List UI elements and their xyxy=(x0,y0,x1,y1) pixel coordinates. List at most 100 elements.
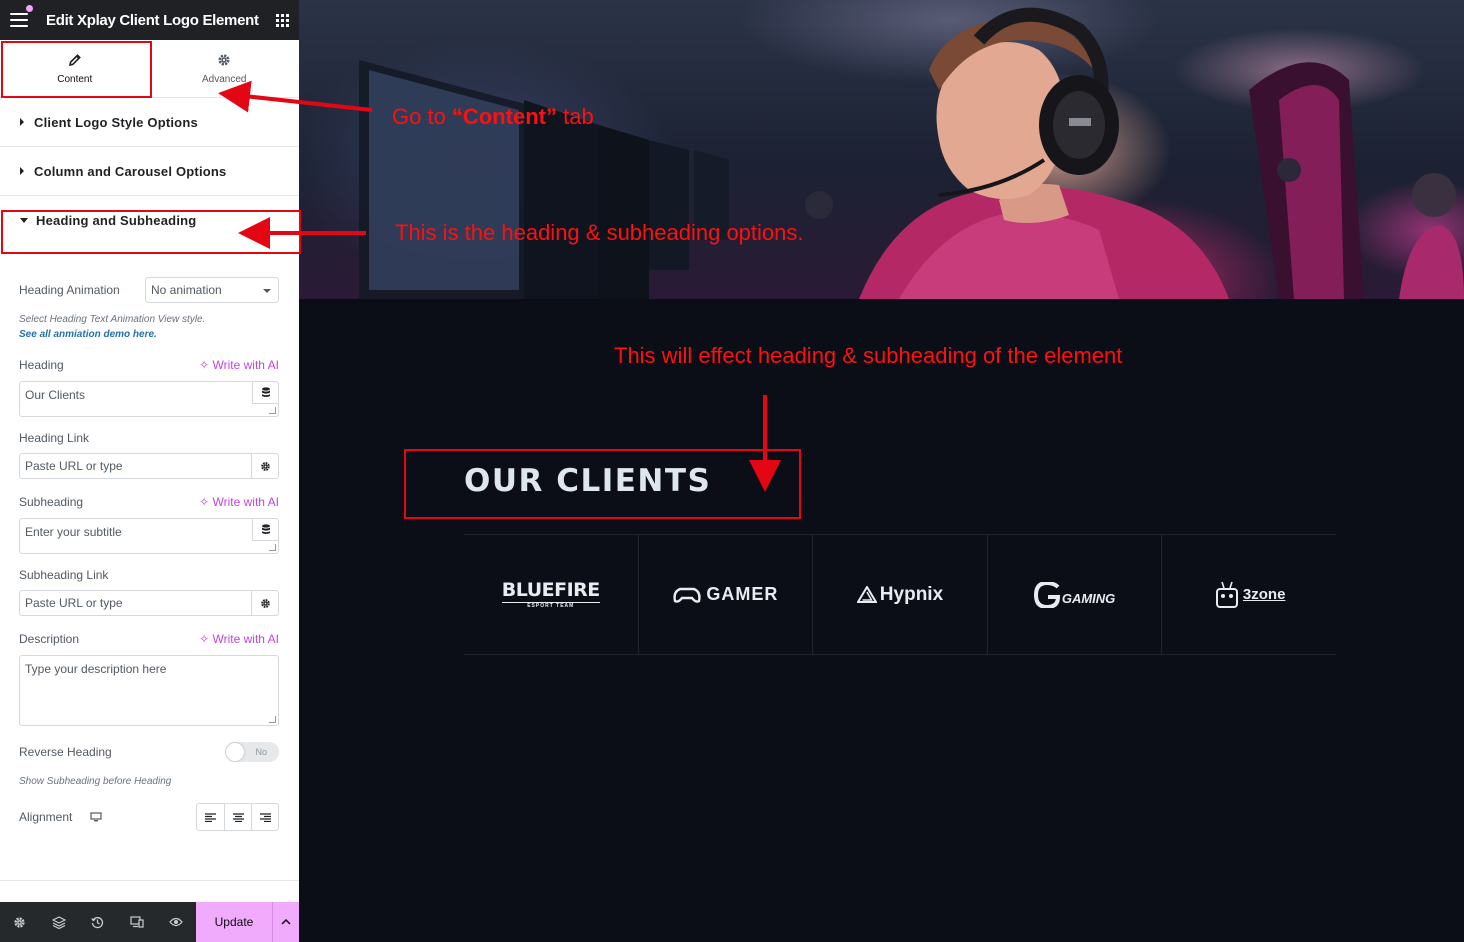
caret-right-icon xyxy=(20,118,24,126)
editor-footer: Update xyxy=(0,902,299,942)
animation-hint: Select Heading Text Animation View style… xyxy=(19,312,279,342)
preview-eye-icon[interactable] xyxy=(156,902,195,942)
align-center-icon[interactable] xyxy=(224,804,251,830)
notification-dot xyxy=(26,5,33,12)
chevron-up-icon[interactable] xyxy=(272,902,299,942)
logo-subtext: ESPORT TEAM xyxy=(501,601,600,609)
history-icon[interactable] xyxy=(78,902,117,942)
heading-textarea[interactable]: Our Clients xyxy=(19,381,279,417)
sparkle-icon: ✧ xyxy=(199,495,210,509)
heading-link-input[interactable]: Paste URL or type xyxy=(19,453,252,479)
annotation-content-tab: Go to “Content” tab xyxy=(392,104,594,130)
client-logo-gamer: GAMER xyxy=(637,535,813,654)
reverse-hint: Show Subheading before Heading xyxy=(19,776,172,787)
subheading-link-label: Subheading Link xyxy=(19,568,109,582)
logo-text: BLUEFIRE xyxy=(501,578,600,601)
update-button[interactable]: Update xyxy=(196,902,272,942)
database-icon[interactable] xyxy=(252,382,278,404)
logo-text: GAMING xyxy=(1061,591,1116,606)
section-label: Column and Carousel Options xyxy=(34,163,227,179)
controller-icon xyxy=(673,587,702,603)
sparkle-icon: ✧ xyxy=(199,358,210,372)
control-heading-animation: Heading Animation No animation xyxy=(19,277,279,303)
heading-animation-select[interactable]: No animation xyxy=(145,277,279,303)
toggle-knob xyxy=(226,743,244,761)
write-ai-label: Write with AI xyxy=(212,495,279,509)
editor-topbar: Edit Xplay Client Logo Element xyxy=(0,0,299,40)
tab-advanced[interactable]: Advanced xyxy=(150,40,300,97)
control-reverse-heading: Reverse Heading No xyxy=(19,742,279,762)
control-description-header: Description ✧ Write with AI xyxy=(19,632,279,646)
write-ai-label: Write with AI xyxy=(212,358,279,372)
caret-right-icon xyxy=(20,167,24,175)
widgets-grid-icon[interactable] xyxy=(276,13,289,27)
section-client-logo-style[interactable]: Client Logo Style Options xyxy=(0,98,299,147)
write-ai-button[interactable]: ✧ Write with AI xyxy=(199,358,279,372)
logo-text: GAMER xyxy=(706,584,779,604)
client-logo-3zone: 3zone xyxy=(1161,535,1336,654)
chevron-down-icon xyxy=(263,289,271,293)
logo-text: 3zone xyxy=(1242,586,1286,603)
resize-handle[interactable] xyxy=(269,544,276,551)
triangle-logo-icon xyxy=(856,586,877,603)
heading-highlight-box xyxy=(404,449,801,519)
annotation-text: tab xyxy=(557,104,594,129)
desktop-icon[interactable] xyxy=(90,811,102,825)
responsive-mode-icon[interactable] xyxy=(117,902,156,942)
editor-panel: Edit Xplay Client Logo Element Content A… xyxy=(0,0,299,942)
link-options-gear-icon[interactable] xyxy=(252,453,279,479)
alignment-label: Alignment xyxy=(19,809,73,824)
section-divider xyxy=(0,880,299,881)
annotation-text: Go to xyxy=(392,104,452,129)
heading-label: Heading xyxy=(19,358,64,372)
annotation-effect: This will effect heading & subheading of… xyxy=(614,343,1123,368)
heading-controls: Heading Animation No animation Select He… xyxy=(0,277,299,831)
select-value: No animation xyxy=(151,283,222,297)
animation-demo-link[interactable]: See all anmiation demo here. xyxy=(19,329,157,340)
client-logo-hypnix: Hypnix xyxy=(812,535,987,654)
reverse-heading-toggle[interactable]: No xyxy=(225,742,279,762)
client-logo-row: BLUEFIRE ESPORT TEAM GAMER Hypnix GAMING… xyxy=(464,534,1336,655)
description-label: Description xyxy=(19,632,80,646)
gear-icon xyxy=(217,52,231,68)
control-heading-header: Heading ✧ Write with AI xyxy=(19,358,279,372)
animation-hint-text: Select Heading Text Animation View style… xyxy=(19,314,206,325)
tab-advanced-label: Advanced xyxy=(202,74,247,85)
section-label: Client Logo Style Options xyxy=(34,114,198,130)
align-right-icon[interactable] xyxy=(251,804,278,830)
align-left-icon[interactable] xyxy=(197,804,224,830)
g-logo-icon xyxy=(1033,581,1060,608)
gamer-illustration xyxy=(359,7,1464,299)
control-alignment: Alignment xyxy=(19,803,279,831)
client-logo-bluefire: BLUEFIRE ESPORT TEAM xyxy=(464,535,638,654)
hamburger-menu-icon[interactable] xyxy=(10,13,28,27)
section-highlight-box xyxy=(1,210,301,254)
link-options-gear-icon[interactable] xyxy=(252,590,279,616)
client-logo-gaming: GAMING xyxy=(986,535,1162,654)
write-ai-button[interactable]: ✧ Write with AI xyxy=(199,632,279,646)
resize-handle[interactable] xyxy=(269,716,276,723)
subheading-placeholder: Enter your subtitle xyxy=(25,525,122,539)
section-column-carousel[interactable]: Column and Carousel Options xyxy=(0,147,299,196)
content-tab-highlight-box xyxy=(1,41,152,98)
annotation-heading-options: This is the heading & subheading options… xyxy=(395,220,804,245)
control-subheading-header: Subheading ✧ Write with AI xyxy=(19,495,279,509)
subheading-link-input[interactable]: Paste URL or type xyxy=(19,590,252,616)
subheading-textarea[interactable]: Enter your subtitle xyxy=(19,518,279,554)
subheading-link-row: Paste URL or type xyxy=(19,590,279,616)
annotation-emphasis: “Content” xyxy=(451,104,558,129)
layers-icon[interactable] xyxy=(39,902,78,942)
heading-value: Our Clients xyxy=(25,388,86,402)
sparkle-icon: ✧ xyxy=(199,632,210,646)
database-icon[interactable] xyxy=(252,519,278,541)
settings-gear-icon[interactable] xyxy=(0,902,39,942)
description-placeholder: Type your description here xyxy=(25,662,167,676)
hero-banner-image xyxy=(299,0,1464,299)
resize-handle[interactable] xyxy=(269,407,276,414)
alignment-label-wrap: Alignment xyxy=(19,810,102,825)
heading-link-label: Heading Link xyxy=(19,431,90,445)
description-textarea[interactable]: Type your description here xyxy=(19,655,279,726)
write-ai-button[interactable]: ✧ Write with AI xyxy=(199,495,279,509)
write-ai-label: Write with AI xyxy=(212,632,279,646)
toggle-value: No xyxy=(255,747,267,757)
